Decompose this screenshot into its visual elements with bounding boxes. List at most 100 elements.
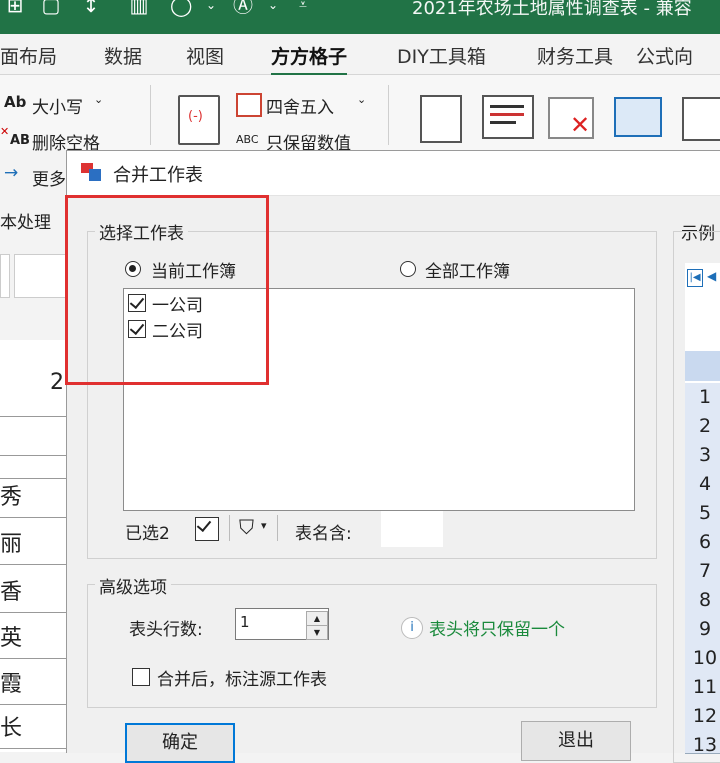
clipboard-icon[interactable] bbox=[420, 95, 462, 143]
tab-finance-tools[interactable]: 财务工具 bbox=[537, 42, 613, 69]
preview-row-header: 13 bbox=[685, 731, 720, 756]
exit-button[interactable]: 退出 bbox=[521, 721, 631, 761]
preview-row-header: 3 bbox=[685, 441, 720, 471]
mark-source-label[interactable]: 合并后，标注源工作表 bbox=[157, 665, 327, 690]
name-box[interactable] bbox=[0, 254, 10, 298]
search-table-icon[interactable] bbox=[682, 97, 720, 141]
divider bbox=[229, 515, 230, 541]
round-icon bbox=[236, 93, 262, 117]
preview-row-header: 1 bbox=[685, 383, 720, 413]
preview-grid: |◀ ◀ 1 2 3 4 5 6 7 8 9 10 11 12 13 bbox=[685, 263, 720, 756]
highlight-box bbox=[65, 195, 269, 385]
chevron-down-icon[interactable]: ⌄ bbox=[357, 93, 366, 106]
sheet-cell[interactable]: 2 bbox=[0, 364, 66, 402]
chevron-down-icon[interactable]: ⌄ bbox=[262, 0, 284, 16]
ok-button[interactable]: 确定 bbox=[125, 723, 235, 763]
tab-diy-toolbox[interactable]: DIY工具箱 bbox=[397, 42, 486, 69]
swap-table-icon[interactable] bbox=[614, 97, 662, 137]
header-rows-value[interactable]: 1 bbox=[240, 613, 250, 631]
more-icon[interactable]: ⩡ bbox=[292, 0, 314, 16]
spin-up-icon[interactable]: ▲ bbox=[306, 611, 328, 626]
ribbon-separator bbox=[150, 85, 151, 145]
preview-row-header: 5 bbox=[685, 499, 720, 529]
select-icon[interactable]: (-) bbox=[178, 95, 220, 145]
advanced-label: 高级选项 bbox=[95, 573, 171, 598]
info-text: 表头将只保留一个 bbox=[429, 620, 565, 640]
sheet-cell[interactable]: 香 bbox=[0, 574, 66, 613]
chevron-down-icon[interactable]: ▾ bbox=[261, 519, 267, 532]
chevron-down-icon[interactable]: ⌄ bbox=[200, 0, 222, 16]
merge-sheets-dialog: 合并工作表 选择工作表 当前工作簿 全部工作簿 一公司 二公司 已选2 ⛉ ▾ … bbox=[65, 150, 720, 763]
ribbon-tabs: 面布局 数据 视图 方方格子 DIY工具箱 财务工具 公式向 bbox=[0, 34, 720, 76]
text-a-icon[interactable]: Ⓐ bbox=[232, 0, 254, 16]
grid-icon[interactable]: ⊞ bbox=[4, 0, 26, 16]
title-bar: ⊞ ▢ ↕ ▥ ◯ ⌄ Ⓐ ⌄ ⩡ 2021年农场土地属性调查表 - 兼容 bbox=[0, 0, 720, 34]
preview-row-header: 8 bbox=[685, 586, 720, 616]
brace-glyph: (-) bbox=[188, 109, 203, 124]
chevron-down-icon[interactable]: ⌄ bbox=[94, 93, 103, 106]
sheet-area: 2 秀 丽 香 英 霞 长 bbox=[0, 340, 67, 752]
delete-table-icon[interactable]: ✕ bbox=[548, 97, 594, 139]
remove-space-prefix: AB bbox=[10, 133, 30, 148]
text-lines-icon[interactable] bbox=[482, 95, 534, 139]
ribbon: Ab 大小写 ⌄ ✕ AB 删除空格 (-) 四舍五入 ⌄ ABC 只保留数值 … bbox=[0, 75, 720, 190]
line-glyph bbox=[490, 121, 516, 124]
tab-formula[interactable]: 公式向 bbox=[636, 42, 693, 69]
sort-az-icon[interactable]: ↕ bbox=[80, 0, 102, 16]
tab-data[interactable]: 数据 bbox=[104, 42, 142, 69]
sheet-cell[interactable]: 秀 bbox=[0, 478, 66, 518]
preview-row-header: 4 bbox=[685, 470, 720, 500]
prev-sheet-icon[interactable]: ◀ bbox=[707, 269, 716, 283]
icon-block bbox=[89, 169, 101, 181]
case-icon: Ab bbox=[4, 93, 27, 111]
ribbon-group-label: 本处理 bbox=[0, 213, 51, 233]
preview-row-header: 11 bbox=[685, 673, 720, 703]
mark-source-checkbox[interactable] bbox=[132, 668, 150, 686]
keep-value-icon: ABC bbox=[236, 133, 259, 146]
name-contains-input[interactable] bbox=[381, 511, 443, 547]
first-sheet-icon[interactable]: |◀ bbox=[687, 269, 703, 287]
divider bbox=[277, 515, 278, 541]
radio-all-label[interactable]: 全部工作簿 bbox=[425, 257, 510, 282]
remove-space-icon: ✕ bbox=[0, 125, 10, 138]
radio-all-workbooks[interactable] bbox=[400, 261, 416, 277]
tab-fangfang[interactable]: 方方格子 bbox=[271, 42, 348, 76]
more-button[interactable]: 更多 bbox=[32, 165, 66, 190]
sheet-cell[interactable]: 丽 bbox=[0, 526, 66, 565]
shapes-icon[interactable]: ◯ bbox=[170, 0, 192, 16]
preview-row-header: 6 bbox=[685, 528, 720, 558]
preview-row-header: 9 bbox=[685, 615, 720, 645]
window-title: 2021年农场土地属性调查表 - 兼容 bbox=[412, 0, 692, 19]
header-rows-label: 表头行数: bbox=[129, 620, 203, 640]
preview-header-row bbox=[685, 351, 720, 381]
preview-row-header: 10 bbox=[685, 644, 720, 674]
close-icon: ✕ bbox=[570, 111, 591, 139]
preview-row-header: 7 bbox=[685, 557, 720, 587]
sheet-cell[interactable]: 霞 bbox=[0, 666, 66, 705]
dialog-title-bar: 合并工作表 bbox=[67, 151, 720, 196]
round-button[interactable]: 四舍五入 bbox=[266, 93, 334, 118]
filter-icon[interactable]: ⛉ bbox=[239, 515, 254, 539]
tab-view[interactable]: 视图 bbox=[186, 42, 224, 69]
app-icon bbox=[81, 163, 101, 181]
sheet-cell[interactable] bbox=[0, 416, 66, 456]
select-all-checkbox[interactable] bbox=[195, 517, 219, 541]
info-icon: i bbox=[401, 617, 423, 639]
line-glyph bbox=[490, 113, 524, 116]
dialog-title: 合并工作表 bbox=[113, 165, 203, 186]
sheet-cell[interactable]: 长 bbox=[0, 710, 66, 749]
selected-count: 已选2 bbox=[125, 524, 170, 544]
ribbon-separator bbox=[388, 85, 389, 145]
formula-input[interactable] bbox=[14, 254, 68, 298]
name-contains-label: 表名含: bbox=[295, 524, 352, 544]
spin-down-icon[interactable]: ▼ bbox=[306, 625, 328, 640]
sheet-cell[interactable]: 英 bbox=[0, 620, 66, 659]
preview-row-header: 12 bbox=[685, 702, 720, 732]
preview-row-header: 2 bbox=[685, 412, 720, 442]
case-button[interactable]: 大小写 bbox=[32, 93, 83, 118]
tab-page-layout[interactable]: 面布局 bbox=[0, 42, 57, 69]
file-icon[interactable]: ▢ bbox=[40, 0, 62, 16]
arrow-right-icon: → bbox=[4, 163, 19, 183]
header-rows-stepper[interactable]: 1 ▲ ▼ bbox=[235, 608, 329, 640]
chart-icon[interactable]: ▥ bbox=[128, 0, 150, 16]
